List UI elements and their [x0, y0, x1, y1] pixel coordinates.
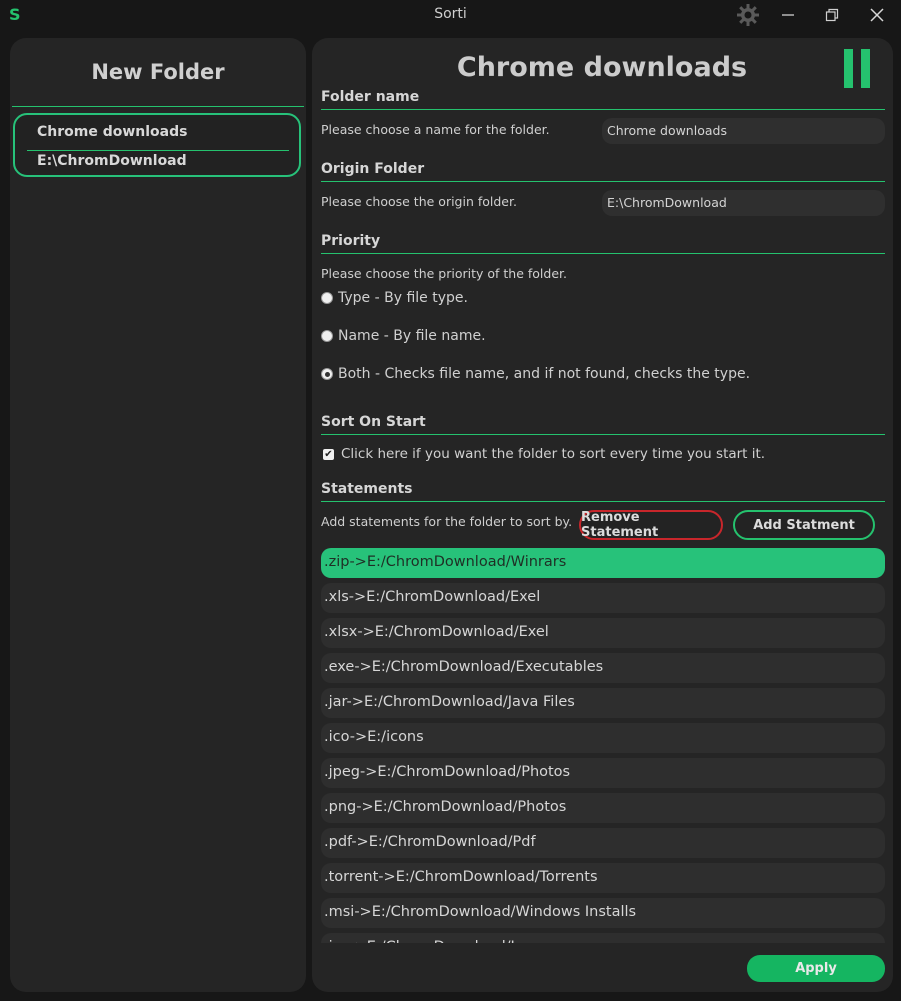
statement-item[interactable]: .xlsx->E:/ChromDownload/Exel: [321, 618, 885, 648]
folder-card[interactable]: Chrome downloads E:\ChromDownload: [13, 113, 301, 177]
settings-button[interactable]: [735, 3, 761, 27]
folder-card-path: E:\ChromDownload: [37, 153, 187, 169]
radio-button[interactable]: [321, 330, 333, 342]
apply-button[interactable]: Apply: [747, 955, 885, 982]
pause-icon[interactable]: [844, 49, 870, 88]
statement-item[interactable]: .iso->E:/ChromDownload/Isos: [321, 933, 885, 943]
statement-item[interactable]: .ico->E:/icons: [321, 723, 885, 753]
statement-item[interactable]: .pdf->E:/ChromDownload/Pdf: [321, 828, 885, 858]
window-title: Sorti: [434, 6, 467, 22]
statements-heading: Statements: [321, 481, 413, 497]
priority-option-both[interactable]: Both - Checks file name, and if not foun…: [321, 366, 750, 382]
statement-list[interactable]: .zip->E:/ChromDownload/Winrars .xls->E:/…: [321, 547, 885, 943]
section-divider: [321, 434, 885, 435]
add-statement-button[interactable]: Add Statment: [733, 510, 875, 540]
close-icon: [870, 8, 884, 22]
statements-description: Add statements for the folder to sort by…: [321, 514, 573, 529]
close-button[interactable]: [864, 3, 890, 27]
gear-icon: [737, 4, 759, 26]
minimize-icon: [782, 14, 794, 16]
radio-button-selected[interactable]: [321, 368, 333, 380]
sidebar-divider: [12, 106, 304, 107]
origin-folder-heading: Origin Folder: [321, 161, 425, 177]
folder-name-input[interactable]: Chrome downloads: [602, 118, 885, 144]
statement-item[interactable]: .exe->E:/ChromDownload/Executables: [321, 653, 885, 683]
statement-item[interactable]: .png->E:/ChromDownload/Photos: [321, 793, 885, 823]
folder-name-description: Please choose a name for the folder.: [321, 122, 550, 137]
section-divider: [321, 501, 885, 502]
priority-option-label: Type - By file type.: [338, 290, 468, 306]
folder-settings-panel: Chrome downloads Folder name Please choo…: [312, 38, 893, 992]
folder-card-divider: [27, 150, 289, 151]
statement-item[interactable]: .jar->E:/ChromDownload/Java Files: [321, 688, 885, 718]
maximize-button[interactable]: [819, 3, 845, 27]
priority-heading: Priority: [321, 233, 381, 249]
folder-card-name: Chrome downloads: [37, 124, 188, 140]
folder-sidebar: New Folder Chrome downloads E:\ChromDown…: [10, 38, 306, 992]
statement-item[interactable]: .msi->E:/ChromDownload/Windows Installs: [321, 898, 885, 928]
priority-option-type[interactable]: Type - By file type.: [321, 290, 468, 306]
sort-on-start-heading: Sort On Start: [321, 414, 426, 430]
sort-on-start-label: Click here if you want the folder to sor…: [341, 446, 766, 462]
pause-bar: [844, 49, 853, 88]
radio-button[interactable]: [321, 292, 333, 304]
priority-option-label: Name - By file name.: [338, 328, 486, 344]
section-divider: [321, 181, 885, 182]
section-divider: [321, 109, 885, 110]
page-title: Chrome downloads: [456, 52, 748, 83]
folder-name-heading: Folder name: [321, 89, 420, 105]
statement-item[interactable]: .jpeg->E:/ChromDownload/Photos: [321, 758, 885, 788]
priority-option-name[interactable]: Name - By file name.: [321, 328, 486, 344]
priority-description: Please choose the priority of the folder…: [321, 266, 567, 281]
checkbox-checked-icon[interactable]: ✔: [323, 448, 334, 460]
statement-item[interactable]: .torrent->E:/ChromDownload/Torrents: [321, 863, 885, 893]
restore-icon: [825, 8, 839, 22]
minimize-button[interactable]: [775, 3, 801, 27]
origin-folder-input[interactable]: E:\ChromDownload: [602, 190, 885, 216]
sidebar-title[interactable]: New Folder: [10, 60, 306, 84]
pause-bar: [861, 49, 870, 88]
statement-item-selected[interactable]: .zip->E:/ChromDownload/Winrars: [321, 548, 885, 578]
statement-item[interactable]: .xls->E:/ChromDownload/Exel: [321, 583, 885, 613]
origin-folder-description: Please choose the origin folder.: [321, 194, 517, 209]
title-bar: S Sorti: [0, 0, 901, 30]
priority-option-label: Both - Checks file name, and if not foun…: [338, 366, 751, 382]
remove-statement-button[interactable]: Remove Statement: [579, 510, 723, 540]
section-divider: [321, 253, 885, 254]
sort-on-start-checkbox-row[interactable]: ✔ Click here if you want the folder to s…: [323, 446, 765, 462]
